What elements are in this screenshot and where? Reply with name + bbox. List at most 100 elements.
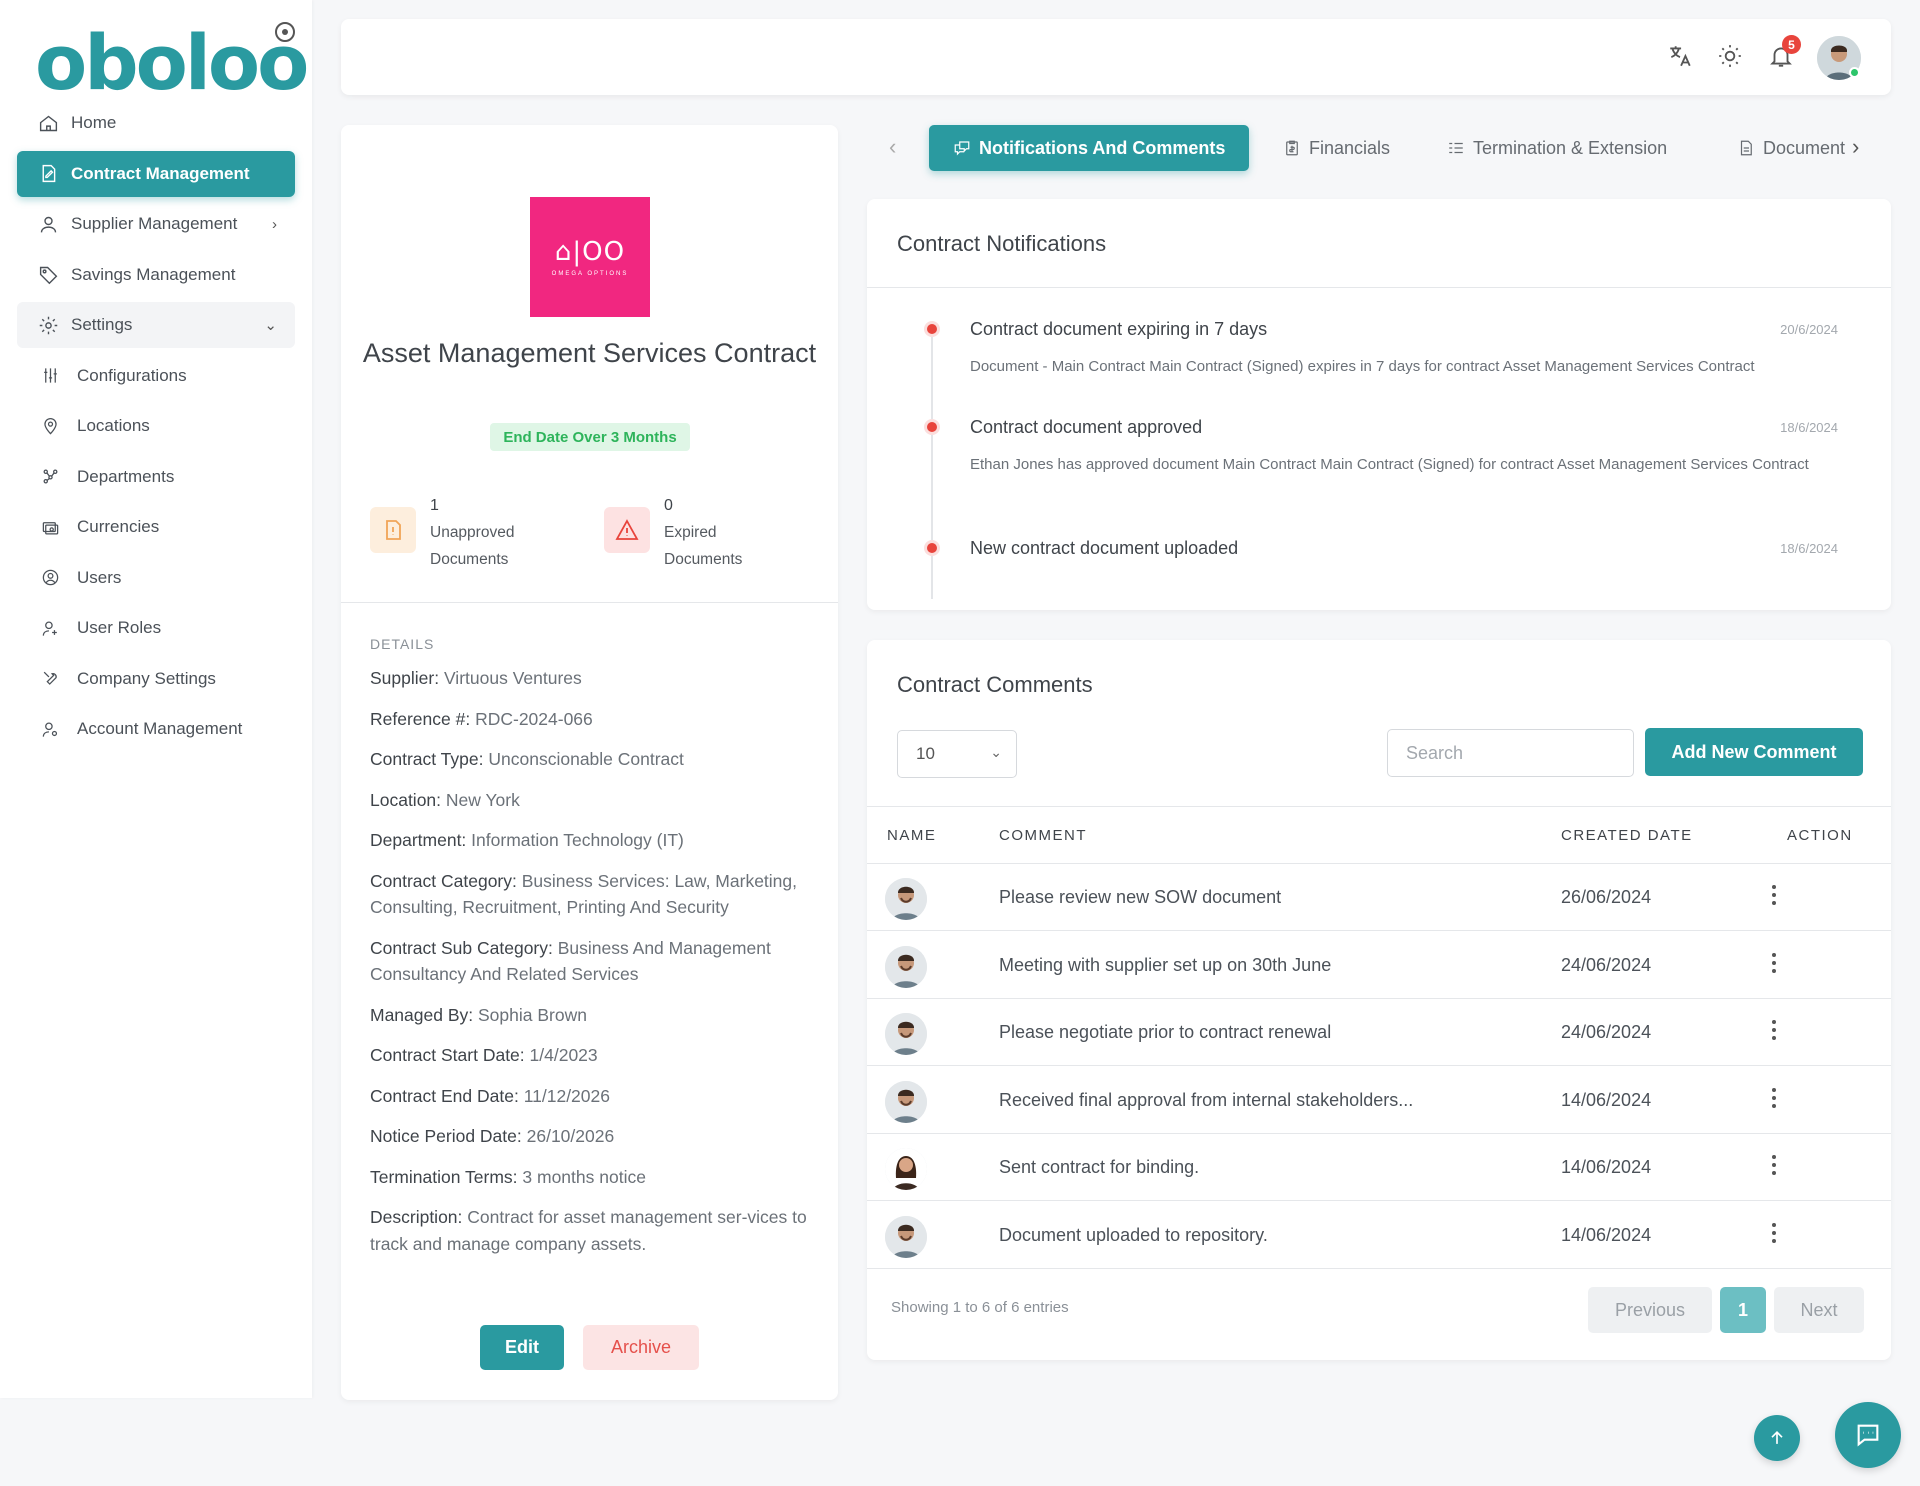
detail-label: Reference #: xyxy=(370,708,471,729)
detail-row: Contract Type: Unconscionable Contract xyxy=(370,746,810,773)
sidebar-item-home[interactable]: Home xyxy=(17,100,295,146)
translate-icon[interactable] xyxy=(1665,41,1695,71)
more-actions-icon[interactable] xyxy=(1770,1017,1778,1043)
previous-page-button[interactable]: Previous xyxy=(1588,1287,1712,1333)
sidebar-item-settings[interactable]: Settings ⌄ xyxy=(17,302,295,348)
divider xyxy=(341,602,838,603)
detail-label: Notice Period Date: xyxy=(370,1126,522,1146)
sidebar-item-currencies[interactable]: Currencies xyxy=(17,504,295,550)
column-header-created-date[interactable]: CREATED DATE xyxy=(1561,827,1693,844)
tag-icon xyxy=(37,264,59,286)
clipboard-icon xyxy=(1286,140,1298,156)
tab-notifications-and-comments[interactable]: Notifications And Comments xyxy=(929,125,1250,171)
sidebar-item-users[interactable]: Users xyxy=(17,555,295,601)
sidebar-item-label: Contract Management xyxy=(71,163,250,183)
sidebar-item-label: User Roles xyxy=(77,618,162,637)
detail-row: Supplier: Virtuous Ventures xyxy=(370,665,810,692)
comments-icon xyxy=(954,141,970,156)
sidebar-item-company-settings[interactable]: Company Settings xyxy=(17,656,295,702)
sidebar-item-label: Account Management xyxy=(77,719,243,738)
tabs-scroll-right-icon[interactable]: › xyxy=(1852,134,1859,160)
comment-text: Please review new SOW document xyxy=(999,887,1282,907)
more-actions-icon[interactable] xyxy=(1770,950,1778,976)
sidebar-collapse-icon[interactable] xyxy=(275,22,295,42)
page-size-value: 10 xyxy=(916,744,935,763)
add-new-comment-button[interactable]: Add New Comment xyxy=(1645,728,1863,776)
more-actions-icon[interactable] xyxy=(1770,1152,1778,1178)
sidebar-item-account-management[interactable]: Account Management xyxy=(17,706,295,752)
detail-value: 3 months notice xyxy=(522,1166,646,1187)
tab-label: Financials xyxy=(1309,137,1391,158)
expired-documents-stat: 0 Expired Documents xyxy=(604,495,742,573)
more-actions-icon[interactable] xyxy=(1770,1220,1778,1246)
status-badge: End Date Over 3 Months xyxy=(490,423,690,451)
table-row: Document uploaded to repository. 14/06/20… xyxy=(867,1202,1891,1269)
chevron-down-icon: ⌄ xyxy=(990,744,1002,760)
divider xyxy=(867,287,1891,288)
stat-value: 0 xyxy=(664,497,673,514)
document-icon xyxy=(1740,140,1752,156)
detail-label: Location: xyxy=(370,789,442,810)
avatar xyxy=(885,1215,927,1258)
sidebar-item-user-roles[interactable]: User Roles xyxy=(17,605,295,651)
alert-triangle-icon xyxy=(604,507,650,553)
stat-label-line2: Documents xyxy=(430,551,509,568)
created-date: 26/06/2024 xyxy=(1561,887,1652,907)
timeline-dot xyxy=(924,321,940,337)
chat-button[interactable] xyxy=(1835,1402,1901,1468)
search-input[interactable] xyxy=(1387,729,1634,777)
detail-value: RDC-2024-066 xyxy=(475,708,593,729)
stat-value: 1 xyxy=(430,497,439,514)
sidebar-item-configurations[interactable]: Configurations xyxy=(17,353,295,399)
tab-financials[interactable]: Financials xyxy=(1283,125,1390,171)
sidebar-item-contract-management[interactable]: Contract Management xyxy=(17,150,295,197)
tabs-scroll-left-icon[interactable]: ‹ xyxy=(889,134,896,160)
detail-value: 11/12/2026 xyxy=(523,1085,610,1106)
sidebar-item-label: Settings xyxy=(71,315,133,334)
created-date: 14/06/2024 xyxy=(1561,1224,1652,1245)
more-actions-icon[interactable] xyxy=(1770,882,1778,908)
page-1-button[interactable]: 1 xyxy=(1720,1287,1766,1333)
table-row: Sent contract for binding. 14/06/2024 xyxy=(867,1134,1891,1201)
account-icon xyxy=(39,718,61,740)
more-actions-icon[interactable] xyxy=(1770,1085,1778,1111)
contract-icon xyxy=(37,163,59,185)
column-header-comment[interactable]: COMMENT xyxy=(999,827,1087,844)
list-icon xyxy=(1449,142,1463,154)
detail-value: Virtuous Ventures xyxy=(443,668,582,688)
table-header: NAME COMMENT CREATED DATE ACTION xyxy=(867,806,1891,864)
column-header-name[interactable]: NAME xyxy=(887,827,936,844)
detail-value: New York xyxy=(445,789,520,810)
sidebar-item-savings-management[interactable]: Savings Management xyxy=(17,252,295,298)
tab-document[interactable]: Document xyxy=(1737,125,1845,171)
next-page-button[interactable]: Next xyxy=(1774,1287,1864,1333)
scroll-to-top-button[interactable] xyxy=(1754,1415,1800,1461)
stat-label-line2: Documents xyxy=(664,551,743,568)
created-date: 14/06/2024 xyxy=(1561,1089,1652,1110)
detail-row: Reference #: RDC-2024-066 xyxy=(370,706,810,733)
detail-row: Termination Terms: 3 months notice xyxy=(370,1164,810,1191)
currency-icon xyxy=(39,516,61,538)
supplier-logo: ⌂|OO OMEGA OPTIONS xyxy=(530,197,650,317)
sidebar-item-supplier-management[interactable]: Supplier Management › xyxy=(17,201,295,247)
app-logo[interactable]: oboloo xyxy=(35,18,309,107)
comment-text: Sent contract for binding. xyxy=(999,1157,1200,1177)
edit-button[interactable]: Edit xyxy=(480,1325,564,1370)
notifications-bell-icon[interactable]: 5 xyxy=(1766,35,1801,71)
page-size-select[interactable]: 10 ⌄ xyxy=(897,730,1017,778)
detail-value: 1/4/2023 xyxy=(529,1045,598,1065)
detail-label: Department: xyxy=(370,830,467,850)
archive-button[interactable]: Archive xyxy=(583,1325,699,1370)
detail-value: Information Technology (IT) xyxy=(471,830,684,850)
unapproved-documents-stat: 1 Unapproved Documents xyxy=(370,495,514,573)
created-date: 14/06/2024 xyxy=(1561,1157,1652,1177)
contract-comments-card: Contract Comments 10 ⌄ Add New Comment N… xyxy=(867,640,1891,1360)
supplier-logo-mark: ⌂|OO xyxy=(554,237,626,267)
sidebar-item-departments[interactable]: Departments xyxy=(17,454,295,500)
sidebar-item-label: Departments xyxy=(77,466,175,486)
theme-toggle-icon[interactable] xyxy=(1715,41,1745,71)
tab-termination-extension[interactable]: Termination & Extension xyxy=(1447,125,1667,171)
detail-value: Unconscionable Contract xyxy=(488,749,684,769)
sidebar-item-label: Configurations xyxy=(77,365,187,385)
sidebar-item-locations[interactable]: Locations xyxy=(17,403,295,449)
